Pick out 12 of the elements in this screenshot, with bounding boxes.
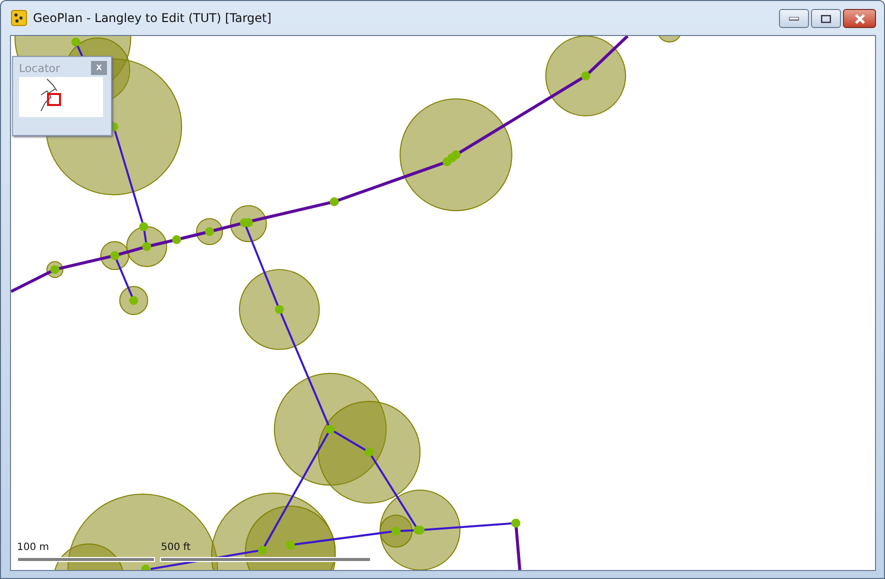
close-button[interactable] [843, 9, 876, 28]
maximize-button[interactable] [811, 9, 841, 28]
maximize-icon [821, 14, 831, 22]
window-title: GeoPlan - Langley to Edit (TUT) [Target] [33, 11, 272, 25]
minimize-icon [789, 16, 799, 20]
minimize-button[interactable] [779, 9, 809, 28]
locator-title: Locator [19, 62, 60, 74]
locator-close-button[interactable]: x [91, 61, 107, 75]
app-icon [11, 10, 27, 26]
close-icon [854, 14, 866, 24]
scale-label: 100 m [17, 542, 50, 553]
scale-label: 500 ft [161, 542, 191, 553]
